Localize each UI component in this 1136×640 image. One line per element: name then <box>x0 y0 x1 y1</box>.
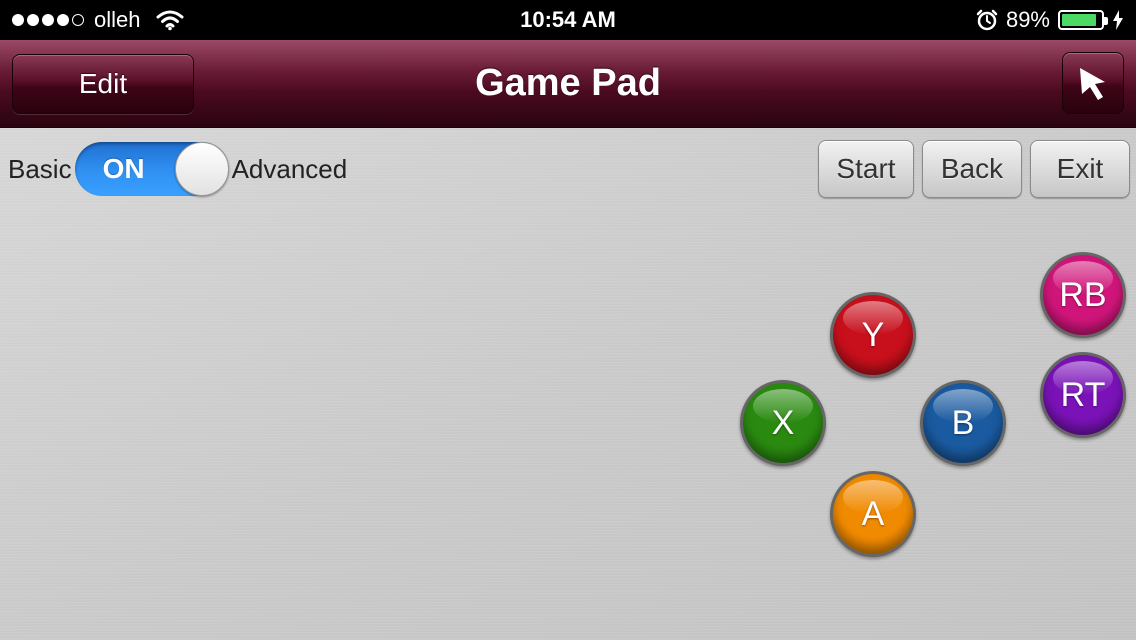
mode-switch-row: Basic ON Advanced <box>8 142 347 196</box>
alarm-clock-icon <box>976 9 998 31</box>
exit-button[interactable]: Exit <box>1030 140 1130 198</box>
status-bar: olleh 10:54 AM 89% <box>0 0 1136 40</box>
edit-button[interactable]: Edit <box>12 54 194 114</box>
status-right: 89% <box>976 0 1124 40</box>
start-button[interactable]: Start <box>818 140 914 198</box>
signal-dot <box>27 14 39 26</box>
carrier-name: olleh <box>94 7 141 32</box>
cursor-arrow-icon <box>1080 68 1105 100</box>
a-button[interactable]: A <box>830 471 916 557</box>
signal-dot <box>42 14 54 26</box>
battery-fill <box>1062 14 1096 26</box>
rb-button[interactable]: RB <box>1040 252 1126 338</box>
x-button[interactable]: X <box>740 380 826 466</box>
battery-icon <box>1058 10 1108 30</box>
navigation-bar: Game Pad Edit <box>0 40 1136 128</box>
mode-label-advanced: Advanced <box>231 153 348 184</box>
signal-dot <box>57 14 69 26</box>
signal-strength-icon <box>12 14 84 26</box>
back-button[interactable]: Back <box>922 140 1022 198</box>
mode-toggle[interactable]: ON <box>74 142 229 196</box>
pointer-mode-button[interactable] <box>1062 52 1124 114</box>
wifi-icon <box>156 10 184 31</box>
b-button[interactable]: B <box>920 380 1006 466</box>
gamepad-area: Basic ON Advanced Start Back Exit Y X B … <box>0 128 1136 640</box>
y-button[interactable]: Y <box>830 292 916 378</box>
charging-bolt-icon <box>1113 10 1123 30</box>
mode-label-basic: Basic <box>8 153 72 184</box>
signal-dot-empty <box>72 14 84 26</box>
status-left: olleh <box>12 0 184 40</box>
rt-button[interactable]: RT <box>1040 352 1126 438</box>
battery-nub <box>1104 17 1108 25</box>
signal-dot <box>12 14 24 26</box>
battery-percent: 89% <box>1005 7 1050 32</box>
toggle-knob[interactable] <box>174 142 229 196</box>
toggle-on-text: ON <box>102 153 145 184</box>
